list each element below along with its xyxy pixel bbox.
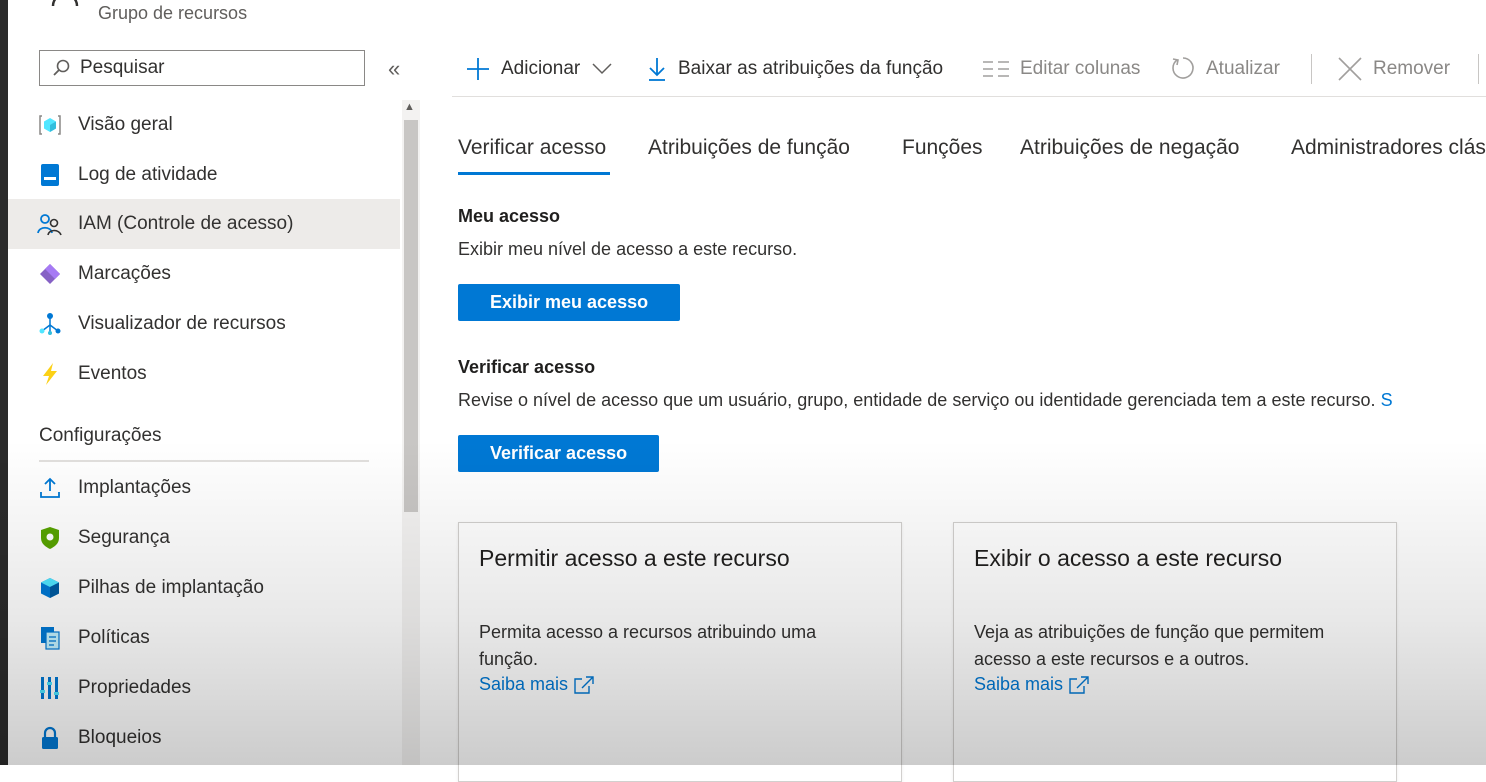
card-title: Permitir acesso a este recurso: [479, 545, 790, 571]
section-divider: [39, 460, 369, 462]
iam-people-icon: [37, 211, 63, 237]
remove-button[interactable]: Remover: [1337, 55, 1450, 83]
sidebar-item-overview[interactable]: Visão geral: [8, 100, 400, 150]
view-my-access-button[interactable]: Exibir meu acesso: [458, 284, 681, 321]
lock-icon: [37, 725, 63, 751]
edit-columns-button[interactable]: Editar colunas: [982, 55, 1140, 83]
sidebar-item-iam[interactable]: IAM (Controle de acesso): [8, 199, 400, 249]
active-tab-indicator: [458, 172, 610, 175]
sidebar-item-resource-visualizer[interactable]: Visualizador de recursos: [8, 299, 400, 349]
chevron-down-icon: [592, 63, 612, 75]
add-button[interactable]: Adicionar: [465, 55, 612, 83]
sidebar-item-label: Eventos: [78, 363, 147, 384]
card-description: Permita acesso a recursos atribuindo uma…: [479, 622, 817, 669]
grant-access-card: Permitir acesso a este recurso Permita a…: [458, 522, 902, 782]
tag-icon: [37, 261, 63, 287]
check-access-description-text: Revise o nível de acesso que um usuário,…: [458, 390, 1376, 410]
columns-icon: [983, 61, 1009, 77]
sidebar-item-label: Visualizador de recursos: [78, 313, 286, 334]
scrollbar-thumb[interactable]: [404, 120, 418, 512]
check-access-button[interactable]: Verificar acesso: [458, 435, 660, 472]
sidebar-item-label: Segurança: [78, 527, 170, 548]
lightning-icon: [37, 361, 63, 387]
my-access-heading: Meu acesso: [458, 206, 561, 226]
toolbar-separator: [1311, 54, 1312, 84]
add-button-label: Adicionar: [501, 58, 581, 79]
sidebar-item-tags[interactable]: Marcações: [8, 249, 400, 299]
external-link-icon: [1069, 675, 1089, 694]
window-edge: [0, 0, 8, 765]
download-button-label: Baixar as atribuições da função: [678, 58, 944, 79]
sidebar-item-label: Políticas: [78, 627, 150, 648]
sidebar-item-label: Implantações: [78, 477, 192, 498]
sidebar-item-label: Pilhas de implantação: [78, 577, 264, 598]
sidebar-item-label: IAM (Controle de acesso): [78, 213, 294, 234]
refresh-icon: [1172, 57, 1194, 79]
sidebar-item-properties[interactable]: Propriedades: [8, 663, 400, 713]
shield-icon: [37, 525, 63, 551]
sidebar-item-activity-log[interactable]: Log de atividade: [8, 150, 400, 200]
toolbar-separator: [1478, 54, 1479, 84]
check-access-heading: Verificar acesso: [458, 357, 596, 377]
resource-visualizer-icon: [37, 311, 63, 337]
learn-more-label: Saiba mais: [974, 674, 1064, 694]
sidebar-search[interactable]: [39, 50, 365, 86]
toolbar-divider: [452, 96, 1486, 97]
sidebar-item-label: Bloqueios: [78, 727, 162, 748]
sidebar-item-policies[interactable]: Políticas: [8, 613, 400, 663]
search-input[interactable]: [78, 56, 352, 80]
sidebar-item-security[interactable]: Segurança: [8, 513, 400, 563]
tab-classic-administrators[interactable]: Administradores clás: [1291, 136, 1486, 160]
sidebar-item-label: Propriedades: [78, 677, 192, 698]
tab-role-assignments[interactable]: Atribuições de função: [648, 136, 850, 160]
sidebar-item-label: Log de atividade: [78, 164, 218, 185]
properties-icon: [37, 675, 63, 701]
stack-icon: [37, 575, 63, 601]
policy-icon: [37, 625, 63, 651]
learn-more-link[interactable]: Saiba mais: [479, 674, 595, 695]
sidebar-item-label: Visão geral: [78, 114, 173, 135]
download-role-assignments-button[interactable]: Baixar as atribuições da função: [646, 55, 943, 83]
external-link-icon: [574, 675, 594, 694]
scroll-up-arrow-icon[interactable]: ▲: [404, 101, 415, 113]
tab-deny-assignments[interactable]: Atribuições de negação: [1020, 136, 1240, 160]
sidebar-section-settings: Configurações: [39, 425, 162, 446]
close-icon: [1338, 57, 1362, 81]
check-access-description: Revise o nível de acesso que um usuário,…: [458, 390, 1393, 411]
tab-roles[interactable]: Funções: [902, 136, 983, 160]
card-description: Veja as atribuições de função que permit…: [974, 622, 1325, 669]
remove-label: Remover: [1373, 58, 1451, 79]
resource-group-icon: [51, 0, 79, 7]
learn-more-link[interactable]: Saiba mais: [974, 674, 1090, 695]
refresh-label: Atualizar: [1206, 58, 1280, 79]
sidebar-item-deployment-stacks[interactable]: Pilhas de implantação: [8, 563, 400, 613]
learn-more-label: Saiba mais: [479, 674, 569, 694]
tab-check-access[interactable]: Verificar acesso: [458, 136, 606, 160]
upload-icon: [37, 475, 63, 501]
view-access-card: Exibir o acesso a este recurso Veja as a…: [953, 522, 1397, 782]
overview-cube-icon: [37, 112, 63, 138]
sidebar-item-deployments[interactable]: Implantações: [8, 463, 400, 513]
download-icon: [649, 58, 665, 81]
search-icon: [53, 59, 70, 76]
activity-log-icon: [37, 162, 63, 188]
learn-more-link-truncated[interactable]: S: [1381, 390, 1393, 410]
resource-type-subtitle: Grupo de recursos: [98, 3, 248, 23]
plus-icon: [467, 58, 489, 80]
my-access-description: Exibir meu nível de acesso a este recurs…: [458, 239, 798, 259]
edit-columns-label: Editar colunas: [1020, 58, 1141, 79]
sidebar-item-label: Marcações: [78, 263, 171, 284]
collapse-sidebar-button[interactable]: «: [388, 56, 400, 82]
card-title: Exibir o acesso a este recurso: [974, 545, 1283, 571]
sidebar-item-locks[interactable]: Bloqueios: [8, 713, 400, 763]
sidebar-item-events[interactable]: Eventos: [8, 349, 400, 399]
refresh-button[interactable]: Atualizar: [1170, 55, 1280, 83]
